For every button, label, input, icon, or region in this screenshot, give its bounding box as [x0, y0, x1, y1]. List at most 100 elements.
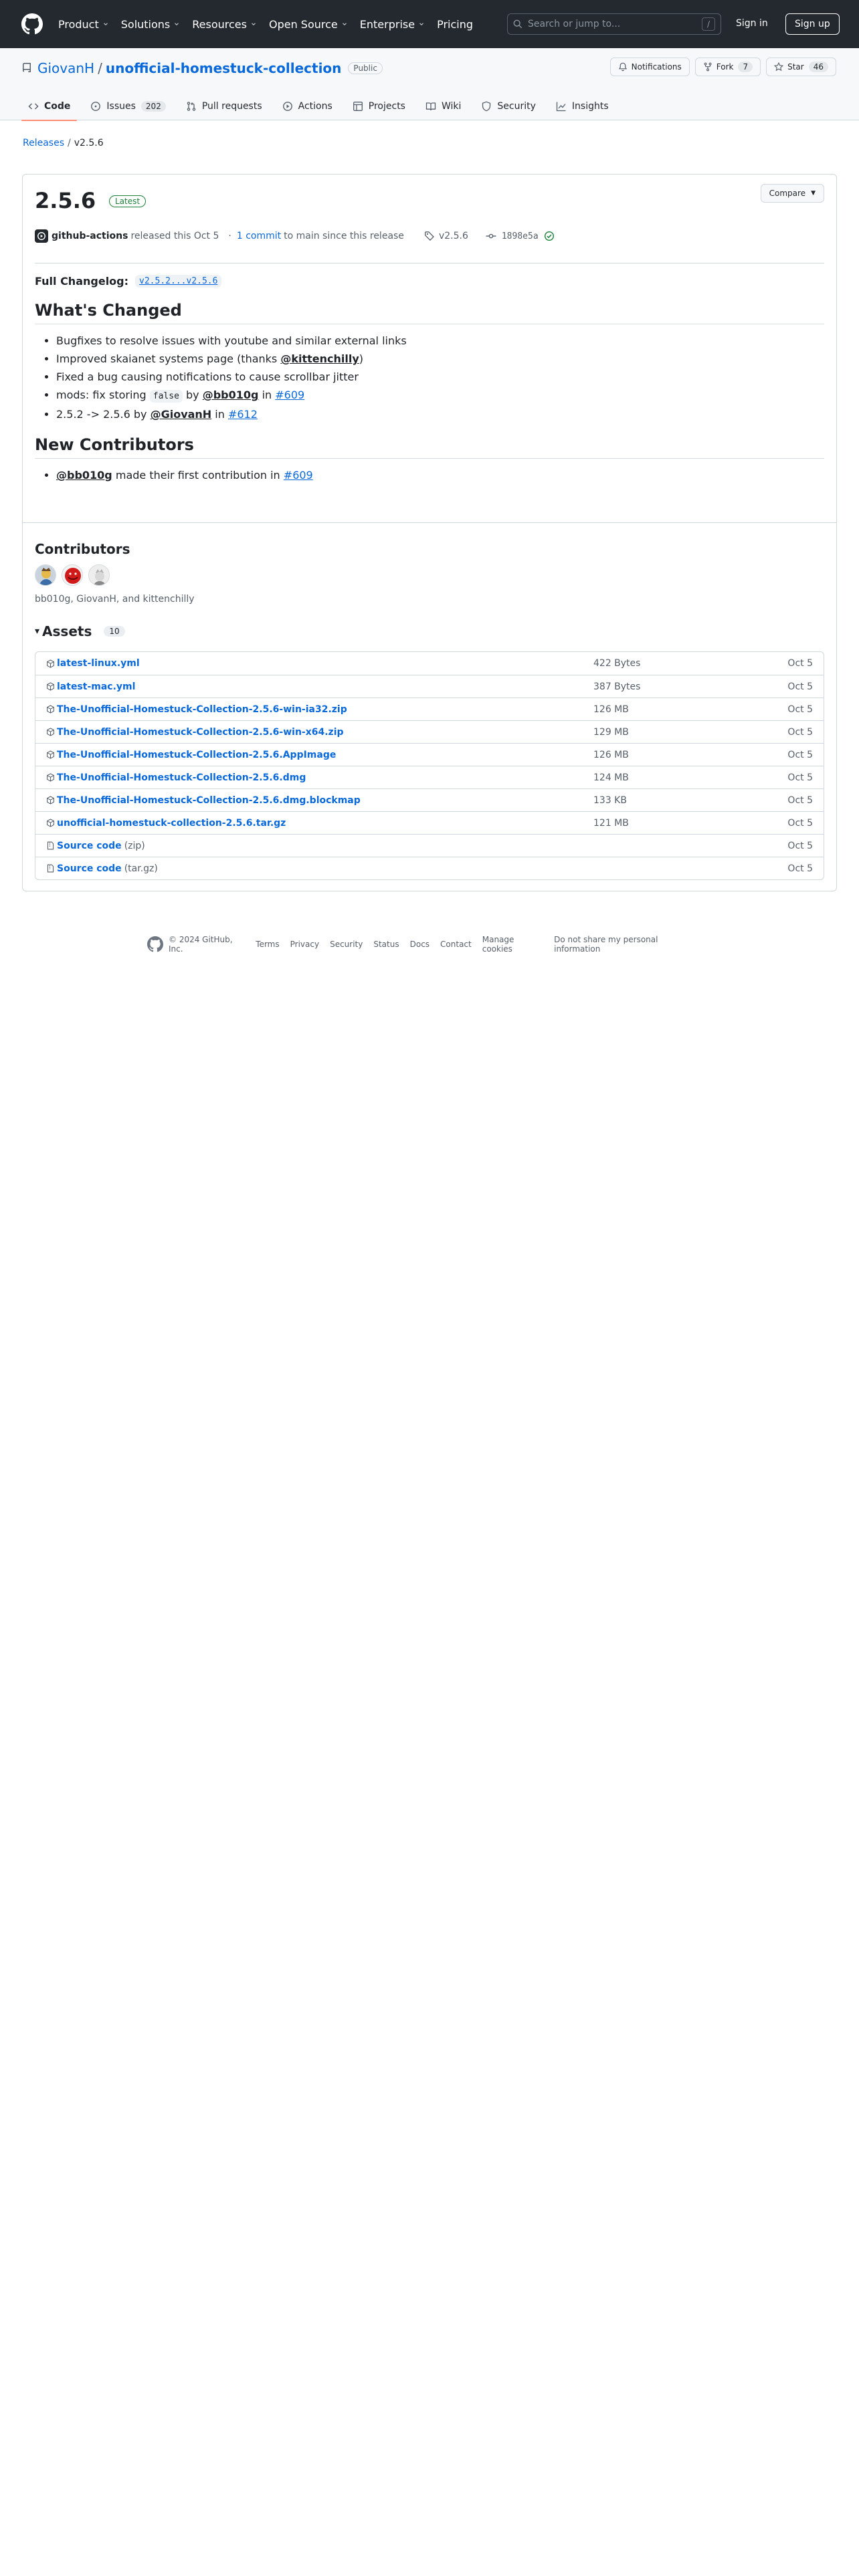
commits-since-link[interactable]: 1 commit	[237, 231, 281, 241]
github-logo-icon[interactable]	[21, 13, 43, 35]
commit-sha: 1898e5a	[501, 231, 539, 241]
footer-link-status[interactable]: Status	[373, 940, 399, 949]
asset-download-link[interactable]: latest-linux.yml	[57, 658, 140, 669]
mention-link[interactable]: @bb010g	[56, 469, 112, 481]
nav-enterprise[interactable]: Enterprise	[360, 18, 425, 31]
avatar[interactable]	[35, 564, 56, 586]
fork-icon	[703, 62, 712, 72]
breadcrumb: Releases / v2.5.6	[23, 138, 104, 148]
assets-heading: Assets	[42, 623, 92, 639]
asset-row: Source code (zip) Oct 5	[35, 834, 824, 857]
github-actions-avatar[interactable]	[35, 229, 48, 243]
nav-open-source[interactable]: Open Source	[269, 18, 348, 31]
nav-resources[interactable]: Resources	[192, 18, 257, 31]
inline-code: false	[149, 390, 183, 403]
tab-projects[interactable]: Projects	[346, 92, 412, 120]
tag-link[interactable]: v2.5.6	[424, 231, 468, 241]
avatar[interactable]	[88, 564, 110, 586]
assets-toggle[interactable]: ▾ Assets 10	[35, 623, 125, 639]
asset-download-link[interactable]: The-Unofficial-Homestuck-Collection-2.5.…	[57, 727, 344, 738]
footer-link-manage-cookies[interactable]: Manage cookies	[482, 935, 543, 954]
asset-download-link[interactable]: unofficial-homestuck-collection-2.5.6.ta…	[57, 818, 286, 829]
footer-link-docs[interactable]: Docs	[410, 940, 430, 949]
pull-request-link[interactable]: #612	[228, 408, 258, 421]
notifications-label: Notifications	[631, 62, 682, 72]
pull-request-link[interactable]: #609	[284, 469, 313, 481]
repo-name-link[interactable]: unofficial-homestuck-collection	[106, 60, 342, 76]
asset-download-link[interactable]: The-Unofficial-Homestuck-Collection-2.5.…	[57, 704, 347, 715]
change-item: mods: fix storing false by @bb010g in #6…	[56, 388, 824, 404]
tab-code[interactable]: Code	[21, 92, 78, 121]
github-mark-icon[interactable]	[147, 936, 163, 952]
footer-link-privacy[interactable]: Privacy	[290, 940, 319, 949]
sign-up-button[interactable]: Sign up	[785, 13, 840, 35]
tab-label: Actions	[298, 101, 332, 112]
new-contributors-heading: New Contributors	[35, 435, 824, 459]
footer-link-do-not-share-my-personal-information[interactable]: Do not share my personal information	[554, 935, 698, 954]
avatar[interactable]	[62, 564, 83, 586]
pull-request-icon	[186, 101, 197, 112]
search-input[interactable]: Search or jump to... /	[507, 13, 721, 35]
pull-request-link[interactable]: #609	[275, 389, 304, 401]
book-icon	[425, 101, 436, 112]
nav-product[interactable]: Product	[58, 18, 109, 31]
compare-label: Compare	[769, 189, 806, 198]
release-author-link[interactable]: github-actions	[52, 231, 128, 241]
asset-download-link[interactable]: The-Unofficial-Homestuck-Collection-2.5.…	[57, 772, 306, 783]
package-icon	[46, 796, 56, 804]
mention-link[interactable]: @kittenchilly	[280, 352, 359, 365]
change-item: Fixed a bug causing notifications to cau…	[56, 370, 824, 385]
search-shortcut-key: /	[702, 17, 715, 31]
asset-size: 121 MB	[593, 817, 629, 829]
package-icon	[46, 773, 56, 782]
asset-name: The-Unofficial-Homestuck-Collection-2.5.…	[57, 726, 344, 738]
tab-insights[interactable]: Insights	[549, 92, 615, 120]
asset-download-link[interactable]: The-Unofficial-Homestuck-Collection-2.5.…	[57, 795, 361, 806]
nav-solutions[interactable]: Solutions	[121, 18, 181, 31]
star-button[interactable]: Star 46	[766, 58, 836, 76]
asset-row: The-Unofficial-Homestuck-Collection-2.5.…	[35, 788, 824, 811]
asset-download-link[interactable]: The-Unofficial-Homestuck-Collection-2.5.…	[57, 750, 336, 760]
repo-owner-link[interactable]: GiovanH	[37, 60, 94, 76]
tab-issues[interactable]: Issues 202	[84, 92, 172, 120]
commits-since-text: to main since this release	[284, 231, 404, 241]
asset-download-link[interactable]: Source code (tar.gz)	[57, 863, 158, 874]
tab-actions[interactable]: Actions	[276, 92, 339, 120]
asset-date: Oct 5	[787, 772, 813, 783]
sign-in-link[interactable]: Sign in	[736, 18, 768, 29]
asset-date: Oct 5	[787, 658, 813, 669]
nav-label: Solutions	[120, 17, 171, 31]
notifications-button[interactable]: Notifications	[609, 58, 690, 76]
release-card: 2.5.6 Latest Compare ▼ github-actions re…	[22, 174, 837, 891]
asset-name: Source code	[57, 840, 122, 851]
tab-security[interactable]: Security	[474, 92, 543, 120]
tab-pull-requests[interactable]: Pull requests	[179, 92, 269, 120]
asset-download-link[interactable]: latest-mac.yml	[57, 681, 135, 692]
compare-button[interactable]: Compare ▼	[760, 184, 824, 203]
tab-label: Code	[44, 101, 71, 112]
commit-sha-link[interactable]: 1898e5a	[486, 231, 555, 241]
fork-button[interactable]: Fork 7	[694, 58, 761, 76]
mention-link[interactable]: @bb010g	[203, 389, 259, 401]
latest-badge: Latest	[109, 195, 147, 207]
asset-row: latest-linux.yml 422 Bytes Oct 5	[35, 652, 824, 675]
repo-header: GiovanH / unofficial-homestuck-collectio…	[0, 48, 859, 121]
breadcrumb-releases-link[interactable]: Releases	[23, 138, 64, 148]
breadcrumb-separator: /	[68, 138, 71, 148]
footer-link-terms[interactable]: Terms	[256, 940, 279, 949]
play-icon	[282, 101, 293, 112]
repo-tabs: Code Issues 202 Pull requests Actions Project…	[21, 92, 622, 121]
assets-list: latest-linux.yml 422 Bytes Oct 5 latest-mac…	[35, 651, 824, 880]
tab-wiki[interactable]: Wiki	[419, 92, 468, 120]
mention-link[interactable]: @GiovanH	[151, 408, 212, 421]
full-changelog-link[interactable]: v2.5.2...v2.5.6	[135, 275, 222, 288]
nav-pricing[interactable]: Pricing	[437, 18, 473, 31]
asset-download-link[interactable]: Source code (zip)	[57, 841, 145, 851]
package-icon	[46, 819, 56, 827]
tab-label: Issues	[106, 101, 136, 112]
footer-link-security[interactable]: Security	[330, 940, 363, 949]
search-icon	[513, 19, 522, 29]
release-notes: Full Changelog: v2.5.2...v2.5.6 What's C…	[35, 275, 824, 486]
tab-counter: 202	[140, 101, 166, 112]
footer-link-contact[interactable]: Contact	[440, 940, 472, 949]
